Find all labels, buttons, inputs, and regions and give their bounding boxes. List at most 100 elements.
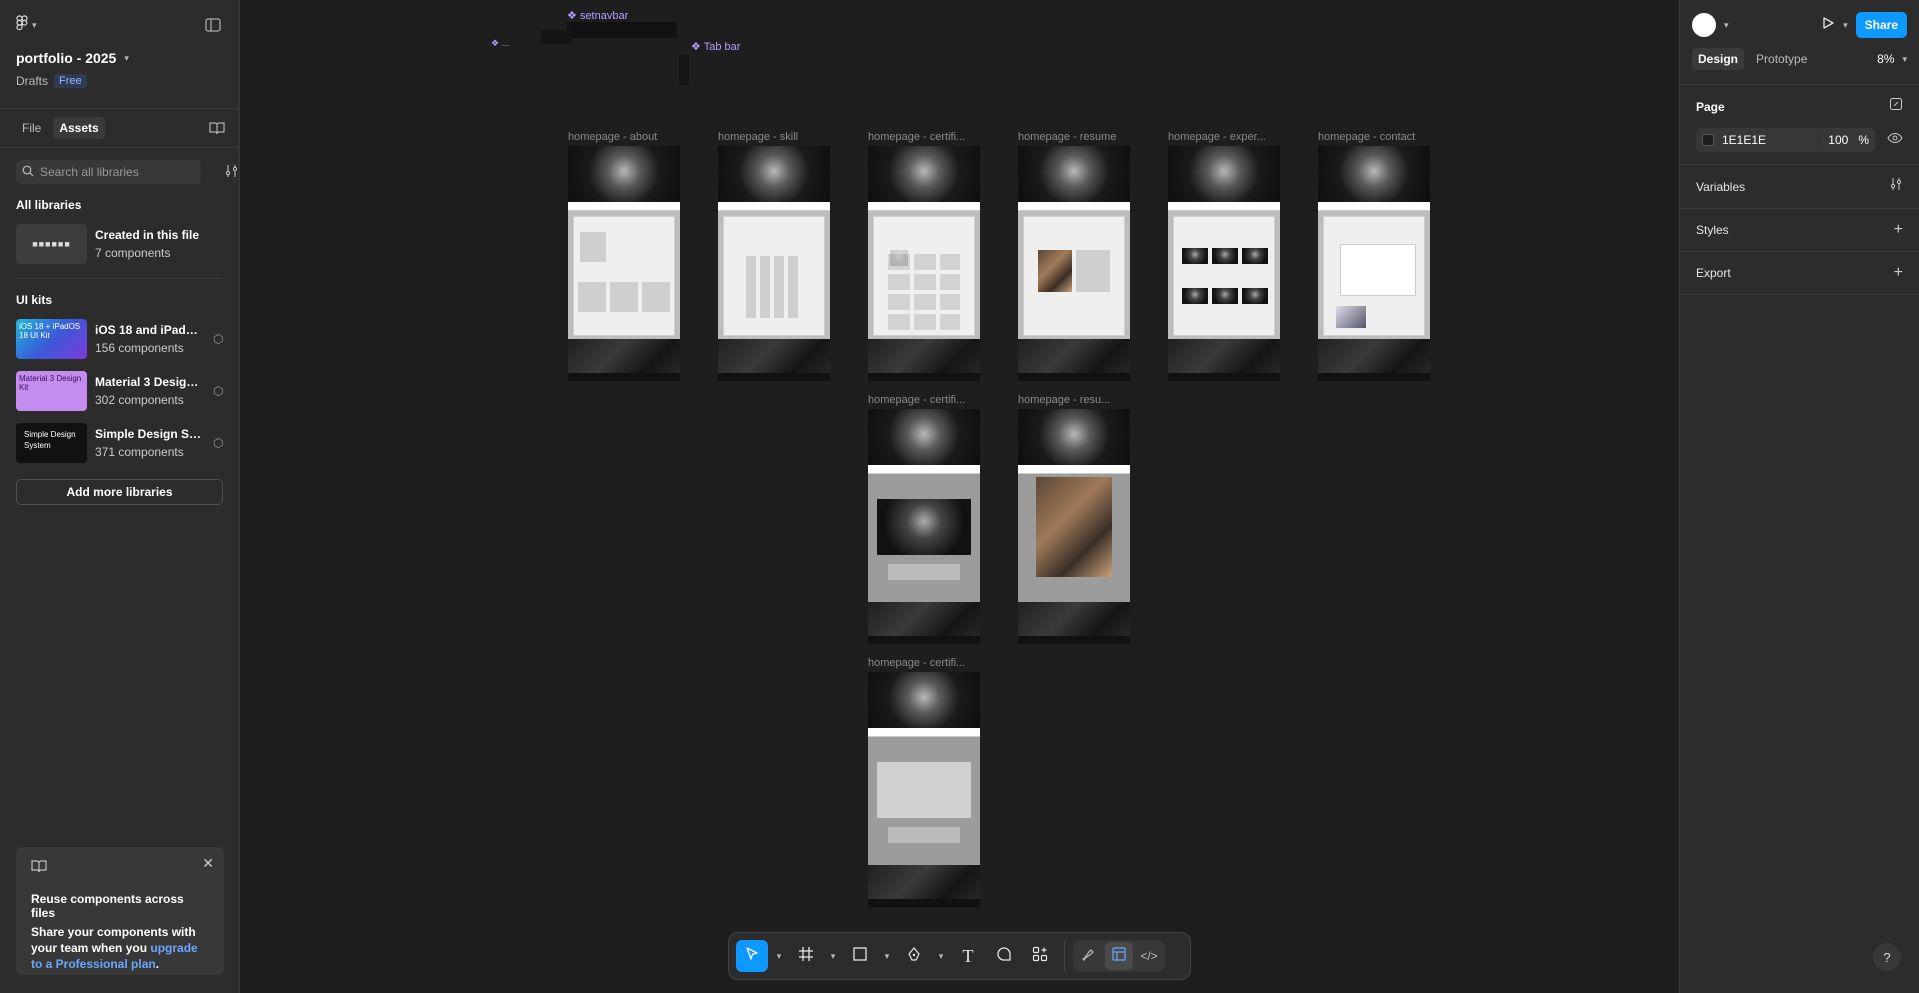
tab-bar-preview[interactable] bbox=[679, 55, 689, 85]
drafts-link[interactable]: Drafts bbox=[16, 74, 48, 88]
modal-placeholder bbox=[877, 762, 971, 818]
kit-icon: ⬡ bbox=[213, 332, 224, 346]
design-mode-button[interactable] bbox=[1105, 942, 1133, 970]
shape-tool[interactable] bbox=[844, 940, 876, 972]
frame-label[interactable]: homepage - skill bbox=[718, 131, 798, 143]
design-mode-icon bbox=[1111, 946, 1127, 967]
dev-mode-button[interactable]: </> bbox=[1135, 942, 1163, 970]
hero-image bbox=[868, 409, 980, 465]
frame-homepage-about[interactable] bbox=[568, 146, 680, 381]
add-style-plus-icon[interactable]: + bbox=[1894, 221, 1903, 239]
present-play-icon[interactable] bbox=[1821, 16, 1835, 35]
nav-bar bbox=[568, 202, 680, 211]
frame-homepage-certificate-modal[interactable] bbox=[868, 409, 980, 644]
left-tabs: File Assets bbox=[0, 108, 239, 148]
project-info: portfolio - 2025 ▾ Drafts Free bbox=[0, 50, 239, 88]
plan-badge[interactable]: Free bbox=[54, 74, 87, 88]
library-ios-kit[interactable]: iOS 18 + iPadOS 18 UI Kit iOS 18 and iPa… bbox=[0, 319, 239, 359]
frame-label[interactable]: homepage - certifi... bbox=[868, 394, 965, 406]
chevron-down-icon[interactable]: ▾ bbox=[1843, 20, 1848, 31]
add-libraries-button[interactable]: Add more libraries bbox=[16, 479, 223, 505]
component-tab-bar[interactable]: ❖ Tab bar bbox=[691, 40, 740, 53]
main-menu-button[interactable]: ▾ bbox=[16, 14, 37, 36]
setnavbar-preview[interactable] bbox=[567, 22, 677, 38]
move-tool[interactable] bbox=[736, 940, 768, 972]
color-swatch[interactable] bbox=[1702, 134, 1714, 146]
design-canvas[interactable]: ❖ setnavbar ❖ ... ❖ Tab bar homepage - a… bbox=[241, 0, 1679, 993]
export-section[interactable]: Export + bbox=[1680, 251, 1919, 295]
image-placeholder bbox=[610, 282, 638, 312]
library-local[interactable]: ■■■■■■ Created in this file 7 components bbox=[0, 224, 239, 264]
frame-homepage-experience[interactable] bbox=[1168, 146, 1280, 381]
pen-tool[interactable] bbox=[898, 940, 930, 972]
tab-assets[interactable]: Assets bbox=[53, 117, 105, 139]
frame-homepage-resume-modal[interactable] bbox=[1018, 409, 1130, 644]
opacity-field[interactable]: 100 % bbox=[1819, 133, 1869, 147]
draw-mode-button[interactable] bbox=[1075, 942, 1103, 970]
pen-chevron-icon[interactable]: ▾ bbox=[934, 940, 948, 972]
page-color-field[interactable]: 1E1E1E 100 % bbox=[1696, 128, 1875, 152]
frame-label[interactable]: homepage - exper... bbox=[1168, 131, 1266, 143]
frame-homepage-skill[interactable] bbox=[718, 146, 830, 381]
avatar[interactable] bbox=[1692, 13, 1716, 37]
sidebar-toggle-icon[interactable] bbox=[201, 13, 225, 37]
frame-homepage-resume[interactable] bbox=[1018, 146, 1130, 381]
hero-image bbox=[1018, 409, 1130, 465]
eye-icon[interactable] bbox=[1887, 131, 1903, 149]
frame-homepage-certificate[interactable] bbox=[868, 146, 980, 381]
experience-image bbox=[1242, 288, 1268, 304]
close-icon[interactable]: ✕ bbox=[202, 855, 214, 872]
frame-label[interactable]: homepage - resume bbox=[1018, 131, 1116, 143]
footer bbox=[718, 339, 830, 381]
frame-label[interactable]: homepage - certifi... bbox=[868, 657, 965, 669]
component-label: Tab bar bbox=[703, 41, 741, 53]
share-button[interactable]: Share bbox=[1855, 12, 1907, 38]
frame-homepage-contact[interactable] bbox=[1318, 146, 1430, 381]
comment-tool[interactable] bbox=[988, 940, 1020, 972]
search-placeholder: Search all libraries bbox=[40, 165, 139, 179]
frame-label[interactable]: homepage - resu... bbox=[1018, 394, 1110, 406]
book-icon bbox=[31, 860, 47, 876]
library-material-kit[interactable]: Material 3 Design Kit Material 3 Design … bbox=[0, 371, 239, 411]
footer bbox=[868, 865, 980, 907]
variables-icon[interactable] bbox=[1889, 177, 1903, 196]
footer bbox=[868, 602, 980, 644]
actions-tool[interactable] bbox=[1024, 940, 1056, 972]
filter-icon[interactable] bbox=[225, 164, 239, 181]
styles-section[interactable]: Styles + bbox=[1680, 208, 1919, 251]
tab-prototype[interactable]: Prototype bbox=[1750, 48, 1813, 70]
component-setnavbar[interactable]: ❖ setnavbar bbox=[567, 9, 628, 22]
project-name-button[interactable]: portfolio - 2025 ▾ bbox=[16, 50, 223, 66]
page-color-value[interactable]: 1E1E1E bbox=[1722, 133, 1766, 147]
zoom-control[interactable]: 8% ▾ bbox=[1877, 52, 1907, 66]
add-export-plus-icon[interactable]: + bbox=[1894, 264, 1903, 282]
frame-label[interactable]: homepage - about bbox=[568, 131, 657, 143]
library-book-icon[interactable] bbox=[205, 116, 229, 140]
library-subtitle: 156 components bbox=[95, 341, 184, 355]
component-icon-small[interactable]: ❖ ... bbox=[491, 38, 509, 49]
toolbar-separator bbox=[1064, 940, 1065, 972]
text-tool[interactable]: T bbox=[952, 940, 984, 972]
frame-chevron-icon[interactable]: ▾ bbox=[826, 940, 840, 972]
page-settings-icon[interactable] bbox=[1889, 97, 1903, 116]
chevron-down-icon[interactable]: ▾ bbox=[1724, 20, 1729, 31]
nav-bar bbox=[1018, 202, 1130, 211]
bottom-toolbar: ▾ ▾ ▾ ▾ T </> bbox=[728, 932, 1191, 980]
tab-design[interactable]: Design bbox=[1692, 48, 1745, 70]
move-chevron-icon[interactable]: ▾ bbox=[772, 940, 786, 972]
small-component-preview[interactable] bbox=[541, 30, 571, 44]
frame-tool[interactable] bbox=[790, 940, 822, 972]
shape-chevron-icon[interactable]: ▾ bbox=[880, 940, 894, 972]
tab-file[interactable]: File bbox=[16, 117, 47, 139]
search-input[interactable]: Search all libraries bbox=[16, 160, 201, 184]
frame-label[interactable]: homepage - contact bbox=[1318, 131, 1415, 143]
image-placeholder bbox=[580, 232, 606, 262]
library-simple-kit[interactable]: Simple Design System Simple Design Syst.… bbox=[0, 423, 239, 463]
resume-placeholder bbox=[1076, 250, 1110, 292]
frame-homepage-certificate-empty[interactable] bbox=[868, 672, 980, 907]
draw-icon bbox=[1081, 946, 1097, 967]
help-button[interactable]: ? bbox=[1873, 943, 1901, 971]
frame-label[interactable]: homepage - certifi... bbox=[868, 131, 965, 143]
variables-section[interactable]: Variables bbox=[1680, 164, 1919, 208]
footer bbox=[1168, 339, 1280, 381]
